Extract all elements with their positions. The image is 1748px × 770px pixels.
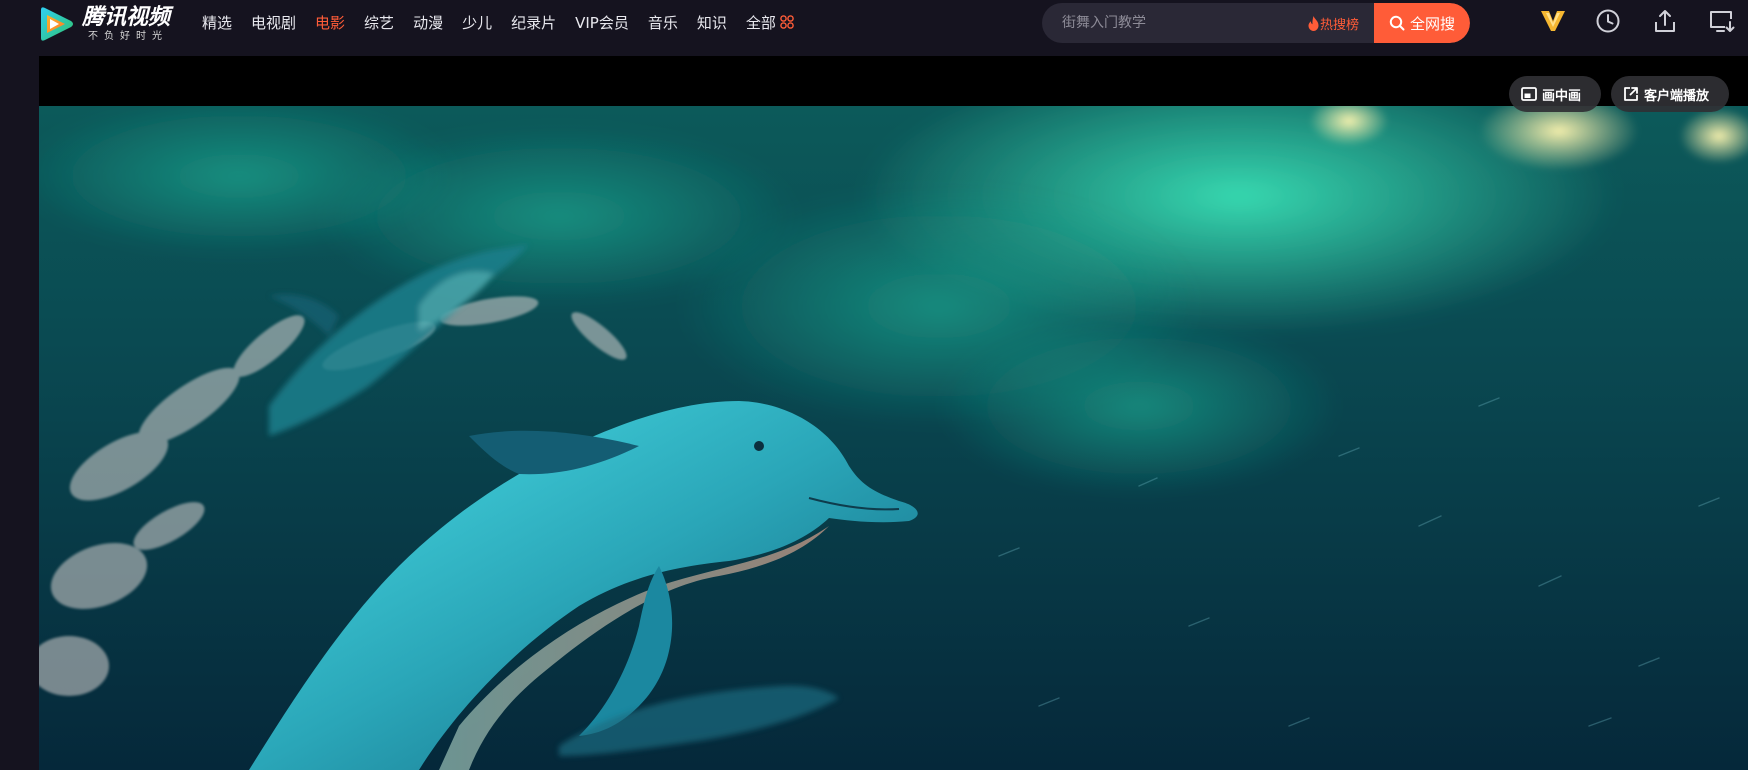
picture-in-picture-button[interactable]: 画中画	[1509, 76, 1601, 112]
search-icon	[1389, 15, 1405, 31]
nav-item-documentary[interactable]: 纪录片	[511, 12, 556, 33]
nav-item-all-label: 全部	[745, 13, 776, 32]
video-player[interactable]: 画中画 客户端播放	[39, 56, 1748, 770]
search-button[interactable]: 全网搜	[1374, 3, 1470, 43]
nav-item-vip[interactable]: VIP会员	[575, 12, 629, 33]
nav-item-knowledge[interactable]: 知识	[697, 12, 727, 33]
nav-item-anime[interactable]: 动漫	[413, 12, 443, 33]
logo-play-icon	[41, 7, 73, 41]
tencent-video-logo[interactable]: 腾讯视频 不负好时光	[38, 4, 178, 44]
logo-slogan: 不负好时光	[88, 30, 168, 42]
picture-in-picture-label: 画中画	[1542, 88, 1582, 104]
nav-item-variety[interactable]: 综艺	[364, 12, 394, 33]
nav-item-tv-series[interactable]: 电视剧	[251, 12, 296, 33]
picture-in-picture-icon	[1521, 87, 1537, 101]
logo-title: 腾讯视频	[82, 4, 171, 30]
nav-item-all[interactable]: 全部	[746, 12, 794, 33]
video-frame[interactable]	[39, 106, 1748, 770]
download-client-icon[interactable]	[1708, 7, 1736, 35]
hot-search-link[interactable]: 热搜榜	[1307, 3, 1359, 43]
left-side-strip	[0, 50, 39, 770]
grid-dots-icon	[780, 15, 794, 29]
external-open-icon	[1624, 87, 1638, 101]
history-icon[interactable]	[1594, 7, 1622, 35]
dolphin-video-image	[39, 106, 1748, 770]
vip-icon[interactable]	[1539, 7, 1567, 35]
channel-nav: 精选 电视剧 电影 综艺 动漫 少儿 纪录片 VIP会员 音乐 知识 全部	[202, 0, 813, 44]
search-input[interactable]	[1060, 3, 1290, 43]
hot-search-label: 热搜榜	[1320, 17, 1360, 33]
flame-icon	[1308, 15, 1319, 31]
client-play-label: 客户端播放	[1644, 88, 1710, 104]
nav-item-kids[interactable]: 少儿	[462, 12, 492, 33]
nav-item-featured[interactable]: 精选	[202, 12, 232, 33]
upload-icon[interactable]	[1651, 7, 1679, 35]
nav-item-movies[interactable]: 电影	[315, 12, 345, 33]
nav-item-music[interactable]: 音乐	[648, 12, 678, 33]
client-play-button[interactable]: 客户端播放	[1611, 76, 1729, 112]
search-bar: 热搜榜 全网搜	[1042, 3, 1470, 43]
search-button-label: 全网搜	[1409, 14, 1455, 33]
top-header: 腾讯视频 不负好时光 精选 电视剧 电影 综艺 动漫 少儿 纪录片 VIP会员 …	[0, 0, 1748, 50]
